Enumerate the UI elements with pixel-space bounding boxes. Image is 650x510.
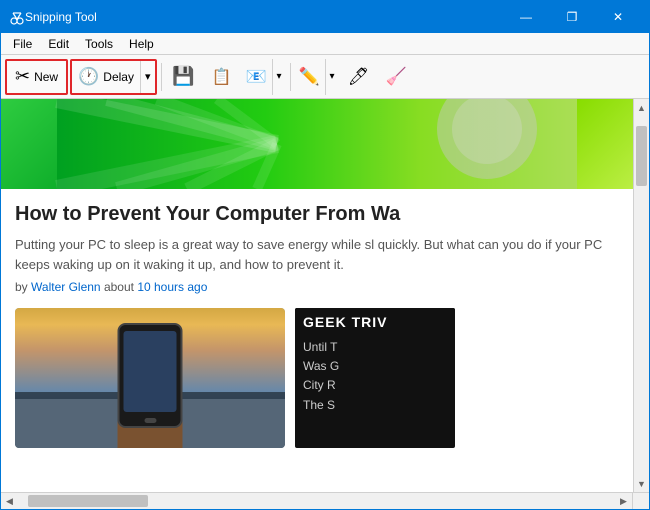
send-icon: 📧 (242, 59, 272, 95)
vertical-scrollbar: ▲ ▼ (633, 99, 649, 492)
green-banner (1, 99, 633, 189)
save-icon: 💾 (172, 66, 194, 87)
app-icon (9, 9, 25, 25)
article-images: GEEK TRIV Until T Was G City R The S (15, 308, 619, 448)
horizontal-scrollbar: ◀ ▶ (1, 493, 632, 509)
menu-help[interactable]: Help (121, 35, 162, 53)
menu-file[interactable]: File (5, 35, 40, 53)
toolbar-separator-2 (290, 63, 291, 91)
geek-trivia-text: Until T Was G City R The S (295, 334, 455, 419)
phone-button (144, 418, 156, 423)
close-button[interactable]: ✕ (595, 1, 641, 33)
geek-trivia-title: GEEK TRIV (303, 314, 447, 330)
scissors-icon: ✂ (15, 66, 30, 87)
send-button-group[interactable]: 📧 ▾ (242, 59, 286, 95)
bottom-scrollbar-area: ◀ ▶ (1, 492, 649, 509)
title-bar: Snipping Tool — ❐ ✕ (1, 1, 649, 33)
scroll-right-button[interactable]: ▶ (615, 493, 632, 510)
scroll-track-h (18, 493, 615, 509)
phone-photo (15, 308, 285, 448)
maximize-button[interactable]: ❐ (549, 1, 595, 33)
phone-screen (124, 331, 177, 412)
window-controls: — ❐ ✕ (503, 1, 641, 33)
scroll-down-button[interactable]: ▼ (634, 475, 650, 492)
toolbar-separator-1 (161, 63, 162, 91)
scroll-up-button[interactable]: ▲ (634, 99, 650, 116)
byline-author[interactable]: Walter Glenn (31, 280, 101, 294)
clock-icon: 🕐 (78, 67, 99, 87)
eraser-button[interactable]: 🧹 (379, 59, 415, 95)
delay-dropdown-button[interactable]: ▾ (140, 61, 155, 93)
scroll-thumb-h[interactable] (28, 495, 148, 507)
geek-trivia-header: GEEK TRIV (295, 308, 455, 334)
scroll-left-button[interactable]: ◀ (1, 493, 18, 510)
content-area: How to Prevent Your Computer From Wa Put… (1, 99, 649, 492)
menu-edit[interactable]: Edit (40, 35, 77, 53)
banner-rays (1, 99, 633, 189)
trivia-line-4: The S (303, 396, 447, 415)
geek-label: GEEK TRIV (303, 314, 387, 330)
copy-button[interactable]: 📋 (204, 59, 240, 95)
geek-trivia-box: GEEK TRIV Until T Was G City R The S (295, 308, 455, 448)
web-content: How to Prevent Your Computer From Wa Put… (1, 99, 633, 492)
send-dropdown-arrow: ▾ (272, 59, 286, 95)
article-area: How to Prevent Your Computer From Wa Put… (1, 189, 633, 492)
menu-bar: File Edit Tools Help (1, 33, 649, 55)
trivia-line-3: City R (303, 376, 447, 395)
chevron-down-icon: ▾ (145, 71, 151, 83)
pen-button-group[interactable]: ✏️ ▾ (295, 59, 339, 95)
delay-label: Delay (103, 70, 134, 84)
article-excerpt: Putting your PC to sleep is a great way … (15, 235, 619, 274)
scrollbar-corner (632, 493, 649, 509)
main-area: How to Prevent Your Computer From Wa Put… (1, 99, 649, 509)
menu-tools[interactable]: Tools (77, 35, 121, 53)
snipping-tool-window: Snipping Tool — ❐ ✕ File Edit Tools Help… (0, 0, 650, 510)
trivia-line-2: Was G (303, 357, 447, 376)
phone-object (118, 323, 183, 428)
toolbar: ✂ New 🕐 Delay ▾ 💾 📋 📧 ▾ (1, 55, 649, 99)
trivia-line-1: Until T (303, 338, 447, 357)
pen-icon: ✏️ (295, 59, 325, 95)
new-button[interactable]: ✂ New (5, 59, 68, 95)
pen-dropdown-arrow: ▾ (325, 59, 339, 95)
highlighter-icon: 🖊 (348, 67, 370, 87)
window-title: Snipping Tool (25, 10, 503, 24)
rays-svg (1, 99, 633, 189)
highlighter-button[interactable]: 🖊 (341, 59, 377, 95)
delay-button[interactable]: 🕐 Delay (72, 61, 140, 93)
article-title: How to Prevent Your Computer From Wa (15, 201, 619, 227)
save-button[interactable]: 💾 (166, 59, 202, 95)
scroll-track-v (634, 116, 649, 475)
copy-icon: 📋 (212, 67, 232, 87)
eraser-icon: 🧹 (386, 67, 407, 87)
article-byline: by Walter Glenn about 10 hours ago (15, 280, 619, 294)
scroll-thumb-v[interactable] (636, 126, 647, 186)
minimize-button[interactable]: — (503, 1, 549, 33)
delay-section: 🕐 Delay ▾ (70, 59, 156, 95)
new-label: New (34, 70, 58, 84)
